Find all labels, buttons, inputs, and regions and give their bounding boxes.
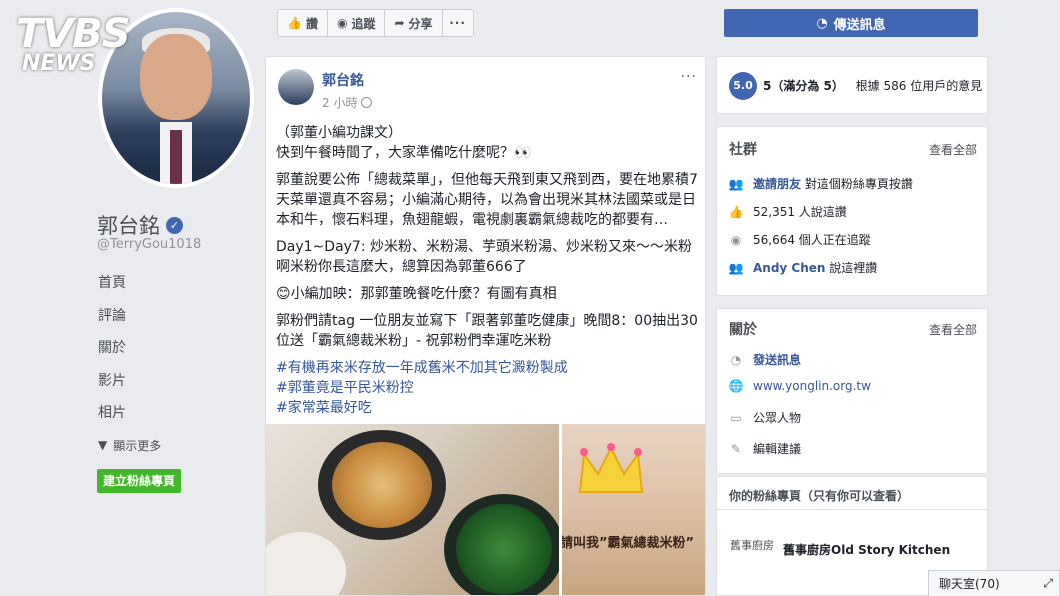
page-handle[interactable]: @TerryGou1018 xyxy=(97,237,201,252)
divider xyxy=(717,509,987,510)
suggest-edits-link[interactable]: 編輯建議 xyxy=(753,440,801,457)
messenger-icon: ◔ xyxy=(730,352,742,367)
kitchen-page-name[interactable]: 舊事廚房Old Story Kitchen xyxy=(783,541,950,558)
about-website-row: 🌐 www.yonglin.org.tw xyxy=(729,379,871,393)
website-link[interactable]: www.yonglin.org.tw xyxy=(753,379,871,393)
community-card: 社群 查看全部 👥 邀請朋友 對這個粉絲專頁按讚 👍 52,351 人說這讚 ◉… xyxy=(716,126,988,296)
share-button[interactable]: ➦ 分享 xyxy=(384,9,443,37)
category-link[interactable]: 公眾人物 xyxy=(753,409,801,426)
likes-row: 👍 52,351 人說這讚 xyxy=(728,204,847,220)
more-options-button[interactable]: ··· xyxy=(441,9,474,37)
community-see-all-link[interactable]: 查看全部 xyxy=(929,141,977,158)
like-button[interactable]: 👍 讚 xyxy=(277,9,328,37)
page-name[interactable]: 郭台銘 ✓ xyxy=(97,210,183,240)
post-card: 郭台銘 2 小時 ··· （郭董小編功課文） 快到午餐時間了，大家準備吃什麼呢？… xyxy=(265,56,706,596)
post-photo-meal[interactable] xyxy=(266,424,559,595)
community-title: 社群 xyxy=(729,142,757,158)
create-page-button[interactable]: 建立粉絲專頁 xyxy=(97,469,181,493)
nav-item-home[interactable]: 首頁 xyxy=(98,272,161,305)
post-author-avatar[interactable] xyxy=(278,69,314,105)
globe-icon xyxy=(361,97,373,108)
about-category-row: ▭ 公眾人物 xyxy=(729,409,801,426)
about-message-row: ◔ 發送訊息 xyxy=(729,351,801,368)
nav-item-videos[interactable]: 影片 xyxy=(98,370,161,403)
page-action-bar: 👍 讚 ◉ 追蹤 ➦ 分享 ··· xyxy=(277,9,474,37)
post-header: 郭台銘 2 小時 xyxy=(278,69,373,111)
post-line-2: 快到午餐時間了，大家準備吃什麼呢？👀 xyxy=(276,145,532,161)
verified-badge-icon: ✓ xyxy=(166,216,183,234)
friend-name-link[interactable]: Andy Chen xyxy=(753,261,825,275)
follow-icon: ◉ xyxy=(730,232,742,247)
post-timestamp[interactable]: 2 小時 xyxy=(322,94,373,111)
post-hashtags: #有機再來米存放一年成舊米不加其它澱粉製成 #郭董竟是平民米粉控 #家常菜最好吃 xyxy=(276,358,698,418)
kitchen-page-logo[interactable]: 舊事廚房 xyxy=(729,525,775,565)
post-paragraph-dinner: 😊小編加映：那郭董晚餐吃什麼？有圖有真相 xyxy=(276,286,557,302)
messenger-icon: ◔ xyxy=(816,15,828,31)
nav-item-photos[interactable]: 相片 xyxy=(98,402,161,435)
post-menu-button[interactable]: ··· xyxy=(681,69,697,85)
thumbs-up-icon: 👍 xyxy=(287,16,302,30)
crown-icon xyxy=(578,443,644,493)
post-photo-rice-noodles[interactable]: 請叫我”霸氣總裁米粉” xyxy=(562,424,705,595)
post-text: （郭董小編功課文） 快到午餐時間了，大家準備吃什麼呢？👀 郭董說要公佈「總裁菜單… xyxy=(276,123,698,418)
globe-icon: 🌐 xyxy=(728,379,744,393)
invite-friends-row: 👥 邀請朋友 對這個粉絲專頁按讚 xyxy=(728,176,913,192)
thumbs-up-icon: 👍 xyxy=(728,204,744,219)
about-title: 關於 xyxy=(729,322,757,338)
post-author-name[interactable]: 郭台銘 xyxy=(322,70,372,90)
friend-likes-row: 👥 Andy Chen 說這裡讚 xyxy=(728,260,878,276)
post-photos: 請叫我”霸氣總裁米粉” xyxy=(266,424,705,595)
post-paragraph-days: Day1~Day7: 炒米粉、米粉湯、芋頭米粉湯、炒米粉又來～～米粉啊米粉你長這… xyxy=(276,239,692,275)
category-icon: ▭ xyxy=(730,410,742,425)
follow-button[interactable]: ◉ 追蹤 xyxy=(326,9,386,37)
rss-icon: ◉ xyxy=(336,16,348,30)
nav-item-about[interactable]: 關於 xyxy=(98,337,161,370)
friends-icon: 👥 xyxy=(728,260,744,275)
follows-row: ◉ 56,664 個人正在追蹤 xyxy=(730,232,871,248)
send-message-button[interactable]: ◔ 傳送訊息 xyxy=(724,9,978,37)
rating-summary[interactable]: 5（滿分為 5） 根據 586 位用戶的意見 xyxy=(763,77,982,94)
invite-icon: 👥 xyxy=(728,176,744,191)
invite-friends-link[interactable]: 邀請朋友 xyxy=(753,177,801,191)
caret-down-icon: ▼ xyxy=(98,438,108,452)
post-line-1: （郭董小編功課文） xyxy=(276,125,402,141)
rating-badge: 5.0 xyxy=(729,72,757,100)
about-see-all-link[interactable]: 查看全部 xyxy=(929,321,977,338)
rating-card: 5.0 5（滿分為 5） 根據 586 位用戶的意見 xyxy=(716,56,988,114)
your-pages-title: 你的粉絲專頁（只有你可以查看） xyxy=(729,489,910,503)
about-send-message-link[interactable]: 發送訊息 xyxy=(753,351,801,368)
tvbs-news-logo: TVBS NEWS xyxy=(16,11,131,76)
chat-tab[interactable]: 聊天室(70) ⤢ xyxy=(928,570,1060,596)
page-nav: 首頁 評論 關於 影片 相片 ▼ 顯示更多 xyxy=(98,272,161,454)
share-icon: ➦ xyxy=(394,16,405,30)
nav-item-reviews[interactable]: 評論 xyxy=(98,305,161,338)
nav-show-more[interactable]: ▼ 顯示更多 xyxy=(98,437,161,454)
post-paragraph-menu: 郭董說要公佈「總裁菜單」，但他每天飛到東又飛到西，要在地累積7天菜單還真不容易；… xyxy=(276,172,698,228)
hashtag-link[interactable]: #有機再來米存放一年成舊米不加其它澱粉製成 xyxy=(276,358,698,378)
hashtag-link[interactable]: #郭董竟是平民米粉控 xyxy=(276,378,698,398)
pencil-icon: ✎ xyxy=(730,441,742,456)
post-paragraph-giveaway: 郭粉們請tag 一位朋友並寫下「跟著郭董吃健康」晚間8：00抽出30位送「霸氣總… xyxy=(276,313,698,349)
left-column: TVBS NEWS 郭台銘 ✓ @TerryGou1018 首頁 評論 關於 影… xyxy=(0,0,262,596)
about-edit-row: ✎ 編輯建議 xyxy=(729,440,801,457)
about-card: 關於 查看全部 ◔ 發送訊息 🌐 www.yonglin.org.tw ▭ 公眾… xyxy=(716,308,988,474)
hashtag-link[interactable]: #家常菜最好吃 xyxy=(276,398,698,418)
photo-caption: 請叫我”霸氣總裁米粉” xyxy=(562,536,695,551)
chat-options-icon: ⤢ xyxy=(1043,576,1053,590)
